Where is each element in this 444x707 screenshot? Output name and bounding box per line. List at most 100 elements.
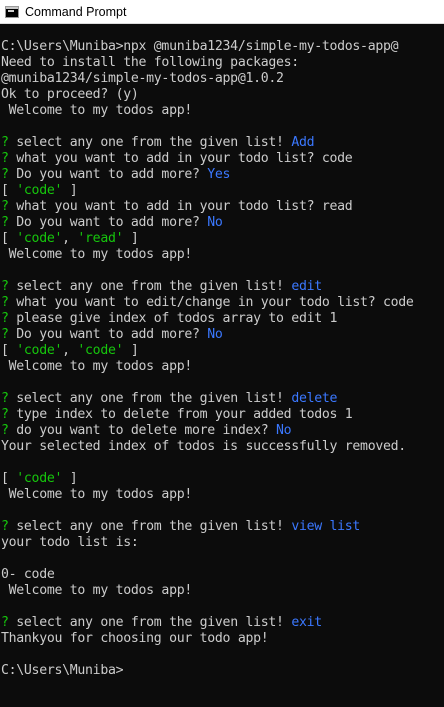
prompt-marker: ? [1, 327, 9, 342]
console-segment: ] [62, 471, 78, 486]
console-line: C:\Users\Muniba>npx @muniba1234/simple-m… [1, 39, 414, 55]
console-line: Your selected index of todos is successf… [1, 439, 414, 455]
console-line: [ 'code', 'read' ] [1, 231, 414, 247]
console-line: ? select any one from the given list! ed… [1, 279, 414, 295]
console-line: Welcome to my todos app! [1, 487, 414, 503]
prompt-marker: ? [1, 295, 9, 310]
console-segment: , [62, 231, 78, 246]
console-segment: @muniba1234/simple-my-todos-app@1.0.2 [1, 71, 284, 86]
prompt-marker: ? [1, 407, 9, 422]
console-segment: Need to install the following packages: [1, 55, 299, 70]
console-segment: Welcome to my todos app! [1, 487, 193, 502]
console-line: Welcome to my todos app! [1, 359, 414, 375]
console-line: ? Do you want to add more? Yes [1, 167, 414, 183]
console-line: [ 'code' ] [1, 183, 414, 199]
console-segment: Do you want to add more? [8, 215, 208, 230]
console-line: ? Do you want to add more? No [1, 215, 414, 231]
console-line: Welcome to my todos app! [1, 103, 414, 119]
console-segment: ] [123, 343, 139, 358]
title-bar[interactable]: Command Prompt [0, 0, 444, 24]
prompt-marker: ? [1, 519, 9, 534]
console-segment: what you want to edit/change in your tod… [8, 295, 414, 310]
console-segment: Welcome to my todos app! [1, 247, 193, 262]
console-line: C:\Users\Muniba> [1, 663, 414, 679]
console-segment: Your selected index of todos is successf… [1, 439, 406, 454]
console-segment: Welcome to my todos app! [1, 359, 193, 374]
console-segment: [ [1, 343, 17, 358]
prompt-marker: ? [1, 311, 9, 326]
prompt-marker: ? [1, 215, 9, 230]
console-line: ? do you want to delete more index? No [1, 423, 414, 439]
console-segment: type index to delete from your added tod… [8, 407, 353, 422]
console-line: your todo list is: [1, 535, 414, 551]
console-segment: [ [1, 471, 17, 486]
console-segment: what you want to add in your todo list? … [8, 151, 353, 166]
console-line: 0- code [1, 567, 414, 583]
console-output[interactable]: C:\Users\Muniba>npx @muniba1234/simple-m… [0, 24, 444, 707]
console-line: ? please give index of todos array to ed… [1, 311, 414, 327]
prompt-answer: edit [291, 279, 322, 294]
console-segment: select any one from the given list! [8, 279, 292, 294]
prompt-marker: ? [1, 199, 9, 214]
prompt-answer: No [207, 215, 223, 230]
console-segment: 'read' [77, 231, 124, 246]
console-line: ? Do you want to add more? No [1, 327, 414, 343]
prompt-marker: ? [1, 615, 9, 630]
console-segment: please give index of todos array to edit… [8, 311, 338, 326]
console-segment: 'code' [16, 231, 63, 246]
prompt-marker: ? [1, 167, 9, 182]
console-segment: Ok to proceed? (y) [1, 87, 139, 102]
prompt-marker: ? [1, 135, 9, 150]
console-segment: Do you want to add more? [8, 327, 208, 342]
console-line: Thankyou for choosing our todo app! [1, 631, 414, 647]
prompt-marker: ? [1, 391, 9, 406]
console-line: Ok to proceed? (y) [1, 87, 414, 103]
window-title: Command Prompt [25, 4, 127, 19]
prompt-answer: Add [291, 135, 315, 150]
console-line: ? select any one from the given list! ex… [1, 615, 414, 631]
console-segment: your todo list is: [1, 535, 139, 550]
console-line: ? select any one from the given list! de… [1, 391, 414, 407]
console-line: Welcome to my todos app! [1, 583, 414, 599]
console-segment: do you want to delete more index? [8, 423, 277, 438]
console-segment: Welcome to my todos app! [1, 103, 193, 118]
prompt-answer: Yes [207, 167, 231, 182]
prompt-marker: ? [1, 423, 9, 438]
console-line: [ 'code' ] [1, 471, 414, 487]
console-line: ? select any one from the given list! vi… [1, 519, 414, 535]
console-line: ? what you want to add in your todo list… [1, 151, 414, 167]
console-segment: C:\Users\Muniba>npx @muniba1234/simple-m… [1, 39, 399, 54]
console-segment: 'code' [16, 471, 63, 486]
console-line: ? what you want to add in your todo list… [1, 199, 414, 215]
console-segment: [ [1, 231, 17, 246]
console-segment: select any one from the given list! [8, 615, 292, 630]
prompt-marker: ? [1, 279, 9, 294]
console-line: @muniba1234/simple-my-todos-app@1.0.2 [1, 71, 414, 87]
console-line: Welcome to my todos app! [1, 247, 414, 263]
console-segment: C:\Users\Muniba> [1, 663, 124, 678]
prompt-marker: ? [1, 151, 9, 166]
console-segment: select any one from the given list! [8, 135, 292, 150]
console-segment: Welcome to my todos app! [1, 583, 193, 598]
command-prompt-icon [5, 5, 19, 18]
console-segment: select any one from the given list! [8, 391, 292, 406]
console-line: ? type index to delete from your added t… [1, 407, 414, 423]
console-segment: [ [1, 183, 17, 198]
console-segment: Thankyou for choosing our todo app! [1, 631, 269, 646]
console-segment: 'code' [77, 343, 124, 358]
prompt-answer: No [276, 423, 292, 438]
prompt-answer: delete [291, 391, 338, 406]
console-segment: 'code' [16, 183, 63, 198]
console-line: ? what you want to edit/change in your t… [1, 295, 414, 311]
console-segment: 0- code [1, 567, 55, 582]
prompt-answer: view list [291, 519, 361, 534]
console-segment: 'code' [16, 343, 63, 358]
